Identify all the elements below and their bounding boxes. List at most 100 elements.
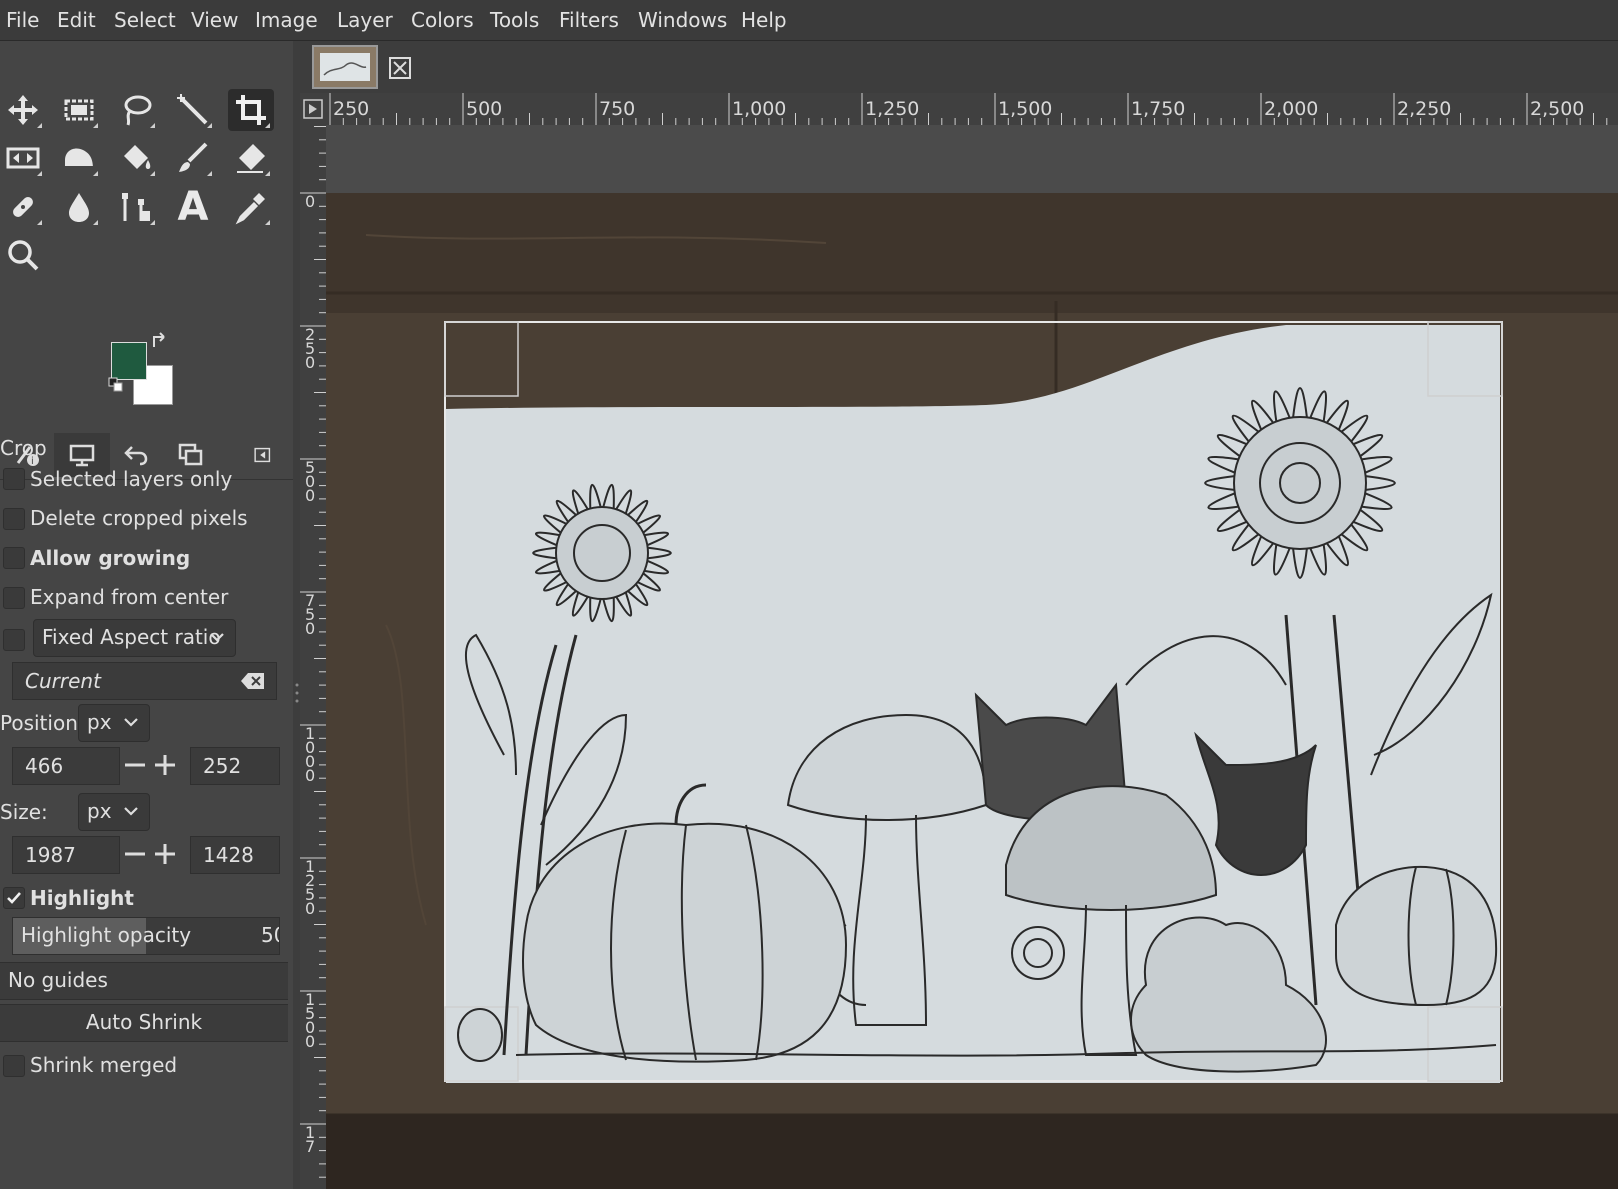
vertical-ruler: 025050075010001250150017: [300, 125, 327, 1189]
position-y-value: 252: [203, 754, 242, 778]
ruler-label: 1,250: [865, 98, 919, 120]
delete-cropped-pixels-checkbox[interactable]: [3, 508, 25, 530]
size-unit-dropdown[interactable]: px: [78, 793, 150, 831]
zoom-tool[interactable]: [0, 234, 46, 276]
size-height-value: 1428: [203, 843, 254, 867]
fixed-checkbox[interactable]: [3, 629, 25, 651]
ruler-corner[interactable]: [300, 93, 326, 125]
ruler-label: 1,000: [732, 98, 786, 120]
default-colors-icon[interactable]: [108, 377, 124, 393]
menu-file[interactable]: File: [6, 8, 39, 32]
ruler-label: 0: [305, 899, 315, 918]
aspect-current-field[interactable]: Current: [12, 662, 277, 700]
crop-tool[interactable]: [228, 89, 274, 131]
warp-transform-tool[interactable]: [56, 137, 102, 179]
ruler-label: 0: [305, 1032, 315, 1051]
swap-colors-icon[interactable]: [150, 331, 170, 351]
ruler-label: 2,000: [1264, 98, 1318, 120]
dock-menu-button[interactable]: [238, 433, 288, 477]
bucket-fill-tool[interactable]: [113, 137, 159, 179]
menu-help[interactable]: Help: [741, 8, 787, 32]
rect-select-tool[interactable]: [56, 89, 102, 131]
heal-tool[interactable]: [0, 186, 46, 228]
shrink-merged-checkbox[interactable]: [3, 1055, 25, 1077]
guides-dropdown[interactable]: No guides: [0, 962, 288, 1000]
decrement-icon[interactable]: [121, 751, 149, 779]
chevron-down-icon: [124, 718, 138, 727]
eraser-tool[interactable]: [228, 137, 274, 179]
dock-menu-icon: [254, 447, 271, 463]
lasso-icon: [124, 95, 152, 126]
menu-image[interactable]: Image: [255, 8, 318, 32]
text-tool-icon: A: [177, 184, 209, 230]
size-label: Size:: [0, 800, 48, 824]
tool-options-title: Crop: [0, 436, 47, 460]
unified-transform-tool[interactable]: [0, 137, 46, 179]
ruler-label: 7: [305, 1137, 315, 1156]
ruler-label: 0: [305, 766, 315, 785]
increment-icon[interactable]: [151, 840, 179, 868]
fuzzy-select-tool[interactable]: [170, 89, 216, 131]
eraser-icon: [237, 144, 265, 173]
menu-view[interactable]: View: [191, 8, 238, 32]
smudge-tool[interactable]: [56, 186, 102, 228]
auto-shrink-label: Auto Shrink: [85, 1010, 203, 1034]
expand-from-center-checkbox[interactable]: [3, 587, 25, 609]
highlight-opacity-slider[interactable]: Highlight opacity 50: [12, 917, 280, 955]
menu-filters[interactable]: Filters: [559, 8, 619, 32]
paintbrush-icon: [179, 142, 208, 172]
size-width-input[interactable]: 1987: [12, 836, 120, 874]
paintbrush-tool[interactable]: [170, 137, 216, 179]
crop-icon: [236, 95, 266, 125]
panel-separator[interactable]: [293, 41, 300, 1189]
increment-icon[interactable]: [151, 751, 179, 779]
clear-icon[interactable]: [240, 671, 266, 691]
move-tool[interactable]: [0, 89, 46, 131]
menu-tools[interactable]: Tools: [490, 8, 539, 32]
size-height-input[interactable]: 1428: [190, 836, 280, 874]
highlight-opacity-value: 50: [261, 923, 279, 947]
ruler-label: 2,500: [1530, 98, 1584, 120]
drop-icon: [69, 193, 89, 222]
close-image-icon[interactable]: [389, 57, 411, 79]
position-unit-dropdown[interactable]: px: [78, 704, 150, 742]
free-select-tool[interactable]: [113, 89, 159, 131]
delete-cropped-pixels-label: Delete cropped pixels: [30, 506, 248, 530]
menu-layer[interactable]: Layer: [337, 8, 393, 32]
selected-layers-only-checkbox[interactable]: [3, 468, 25, 490]
menu-select[interactable]: Select: [114, 8, 176, 32]
image-canvas[interactable]: [326, 125, 1618, 1189]
position-unit-value: px: [87, 710, 112, 734]
paths-tool[interactable]: [113, 186, 159, 228]
highlight-opacity-label: Highlight opacity: [21, 923, 192, 947]
paths-icon: [122, 193, 150, 221]
position-x-input[interactable]: 466: [12, 747, 120, 785]
decrement-icon[interactable]: [121, 840, 149, 868]
ruler-label: 0: [305, 192, 315, 211]
foreground-color-swatch[interactable]: [111, 342, 147, 380]
bandage-icon: [13, 197, 33, 217]
horizontal-ruler: 250 500 750 1,000 1,250 1,500 1,750 2,000 2,250 2…: [326, 93, 1618, 126]
image-tabs-bar: [300, 41, 1618, 93]
fixed-mode-dropdown[interactable]: Fixed Aspect ratio: [33, 619, 236, 657]
ruler-label: 750: [599, 98, 635, 120]
canvas-image: [326, 125, 1618, 1189]
ruler-label: 500: [466, 98, 502, 120]
image-thumbnail[interactable]: [312, 45, 378, 89]
color-picker-tool[interactable]: [228, 186, 274, 228]
size-width-value: 1987: [25, 843, 76, 867]
allow-growing-checkbox[interactable]: [3, 547, 25, 569]
menu-edit[interactable]: Edit: [57, 8, 96, 32]
auto-shrink-button[interactable]: Auto Shrink: [0, 1004, 288, 1042]
text-tool[interactable]: A: [170, 184, 216, 230]
menu-windows[interactable]: Windows: [638, 8, 727, 32]
bucket-icon: [124, 145, 151, 169]
position-y-input[interactable]: 252: [190, 747, 280, 785]
highlight-checkbox[interactable]: [3, 887, 25, 909]
zoom-icon: [8, 240, 39, 271]
toolbox: A i Crop Selected layers only Delete cro…: [0, 41, 293, 1189]
checkmark-icon: [7, 892, 21, 904]
warp-icon: [65, 148, 93, 171]
size-unit-value: px: [87, 799, 112, 823]
menu-colors[interactable]: Colors: [411, 8, 474, 32]
